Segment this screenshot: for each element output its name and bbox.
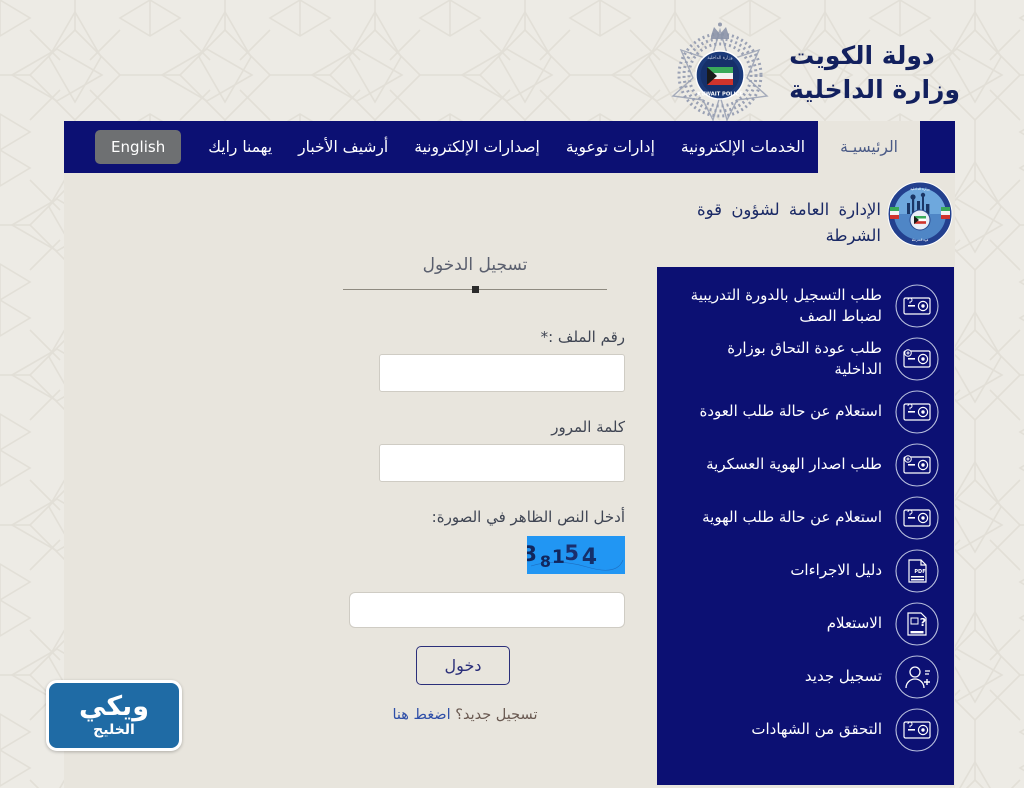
service-item-inquiry[interactable]: ? الاستعلام (665, 597, 946, 650)
police-force-affairs-badge-icon: وزارة الداخلية قوة الشرطة (887, 181, 953, 247)
service-label: طلب عودة التحاق بوزارة الداخلية (727, 339, 882, 378)
service-item-military-id-request[interactable]: طلب اصدار الهوية العسكرية (665, 438, 946, 491)
service-label: طلب اصدار الهوية العسكرية (706, 455, 882, 474)
register-row: تسجيل جديد؟ اضغط هنا (325, 707, 625, 723)
nav-item-e-services[interactable]: الخدمات الإلكترونية (668, 121, 818, 173)
service-item-rejoin-ministry-request[interactable]: طلب عودة التحاق بوزارة الداخلية (665, 332, 946, 385)
nav-item-your-opinion[interactable]: يهمنا رايك (195, 121, 285, 173)
divider-marker (472, 286, 479, 293)
id-card-add-icon (895, 442, 939, 487)
nav-item-awareness-departments[interactable]: إدارات توعوية (553, 121, 668, 173)
service-item-new-registration[interactable]: تسجيل جديد (665, 650, 946, 703)
svg-text:?: ? (920, 616, 926, 629)
file-number-label: رقم الملف :* (540, 328, 625, 346)
watermark-line1: ويكي (79, 690, 149, 722)
brand-ministry: وزارة الداخلية (789, 75, 960, 104)
user-add-icon (895, 654, 939, 699)
password-label: كلمة المرور (551, 418, 625, 436)
id-card-verify-icon (895, 707, 939, 752)
brand-title: دولة الكويت وزارة الداخلية (789, 39, 960, 107)
login-form: تسجيل الدخول رقم الملف :* كلمة المرور أد… (325, 255, 625, 723)
register-prompt-text: تسجيل جديد؟ (455, 707, 538, 723)
document-question-icon: ? (895, 601, 939, 646)
submit-row: دخول (325, 646, 625, 685)
service-label: طلب التسجيل بالدورة التدريبية لضباط الصف (690, 286, 882, 325)
id-card-query-icon (895, 495, 939, 540)
nav-item-news-archive[interactable]: أرشيف الأخبار (285, 121, 401, 173)
service-label: التحقق من الشهادات (751, 720, 882, 739)
emblem-caption: KUWAIT POLICE (697, 92, 743, 98)
nav-item-e-publications[interactable]: إصدارات الإلكترونية (401, 121, 553, 173)
page-root: دولة الكويت وزارة الداخلية KUWAIT POLICE… (0, 0, 1024, 788)
service-item-id-request-status[interactable]: استعلام عن حالة طلب الهوية (665, 491, 946, 544)
pdf-document-icon: PDF (895, 548, 939, 593)
brand-country: دولة الكويت (789, 41, 935, 71)
service-label: تسجيل جديد (804, 667, 882, 686)
brand-block: دولة الكويت وزارة الداخلية KUWAIT POLICE… (669, 22, 960, 124)
site-header: دولة الكويت وزارة الداخلية KUWAIT POLICE… (0, 0, 1024, 122)
captcha-digits: 3 8 1 5 4 (527, 536, 625, 574)
svg-text:1: 1 (552, 546, 565, 568)
captcha-input[interactable] (349, 592, 625, 628)
svg-text:قوة الشرطة: قوة الشرطة (912, 238, 929, 242)
service-label: الاستعلام (826, 614, 882, 633)
department-title: الإدارة العامة لشؤون قوة الشرطة (697, 200, 881, 245)
captcha-image[interactable]: 3 8 1 5 4 (527, 536, 625, 574)
language-switch-button[interactable]: English (95, 130, 182, 164)
svg-text:8: 8 (540, 552, 551, 571)
title-divider (343, 284, 607, 294)
service-item-procedures-guide[interactable]: PDF دليل الاجراءات (665, 544, 946, 597)
service-item-verify-certificates[interactable]: التحقق من الشهادات (665, 703, 946, 756)
svg-text:PDF: PDF (914, 569, 925, 575)
service-label: استعلام عن حالة طلب الهوية (702, 508, 882, 527)
service-label: استعلام عن حالة طلب العودة (699, 402, 882, 421)
main-navigation[interactable]: الرئيسيـة الخدمات الإلكترونية إدارات توع… (64, 121, 955, 173)
svg-text:5: 5 (564, 541, 579, 565)
id-card-add-icon (895, 336, 939, 381)
svg-text:3: 3 (527, 542, 537, 566)
svg-text:وزارة الداخلية: وزارة الداخلية (707, 56, 732, 61)
service-item-return-request-status[interactable]: استعلام عن حالة طلب العودة (665, 385, 946, 438)
department-header: وزارة الداخلية قوة الشرطة الإدارة العامة… (655, 181, 955, 248)
nav-item-home[interactable]: الرئيسيـة (818, 121, 920, 173)
wiki-alkhaleej-watermark: ويكي الخليج (46, 680, 182, 751)
services-sidebar: طلب التسجيل بالدورة التدريبية لضباط الصف… (657, 267, 954, 785)
register-here-link[interactable]: اضغط هنا (393, 707, 451, 723)
svg-text:وزارة الداخلية: وزارة الداخلية (910, 187, 930, 191)
login-submit-button[interactable]: دخول (415, 646, 511, 685)
content-panel: وزارة الداخلية قوة الشرطة الإدارة العامة… (64, 173, 955, 788)
password-input[interactable] (379, 444, 625, 482)
file-number-input[interactable] (379, 354, 625, 392)
watermark-line2: الخليج (93, 721, 135, 738)
id-card-query-icon (895, 283, 939, 328)
kuwait-police-emblem-icon: KUWAIT POLICE وزارة الداخلية (671, 22, 769, 122)
id-card-query-icon (895, 389, 939, 434)
service-item-ncо-training-course[interactable]: طلب التسجيل بالدورة التدريبية لضباط الصف (665, 279, 946, 332)
login-title: تسجيل الدخول (422, 255, 528, 275)
service-label: دليل الاجراءات (790, 561, 882, 580)
captcha-label: أدخل النص الظاهر في الصورة: (431, 508, 625, 526)
